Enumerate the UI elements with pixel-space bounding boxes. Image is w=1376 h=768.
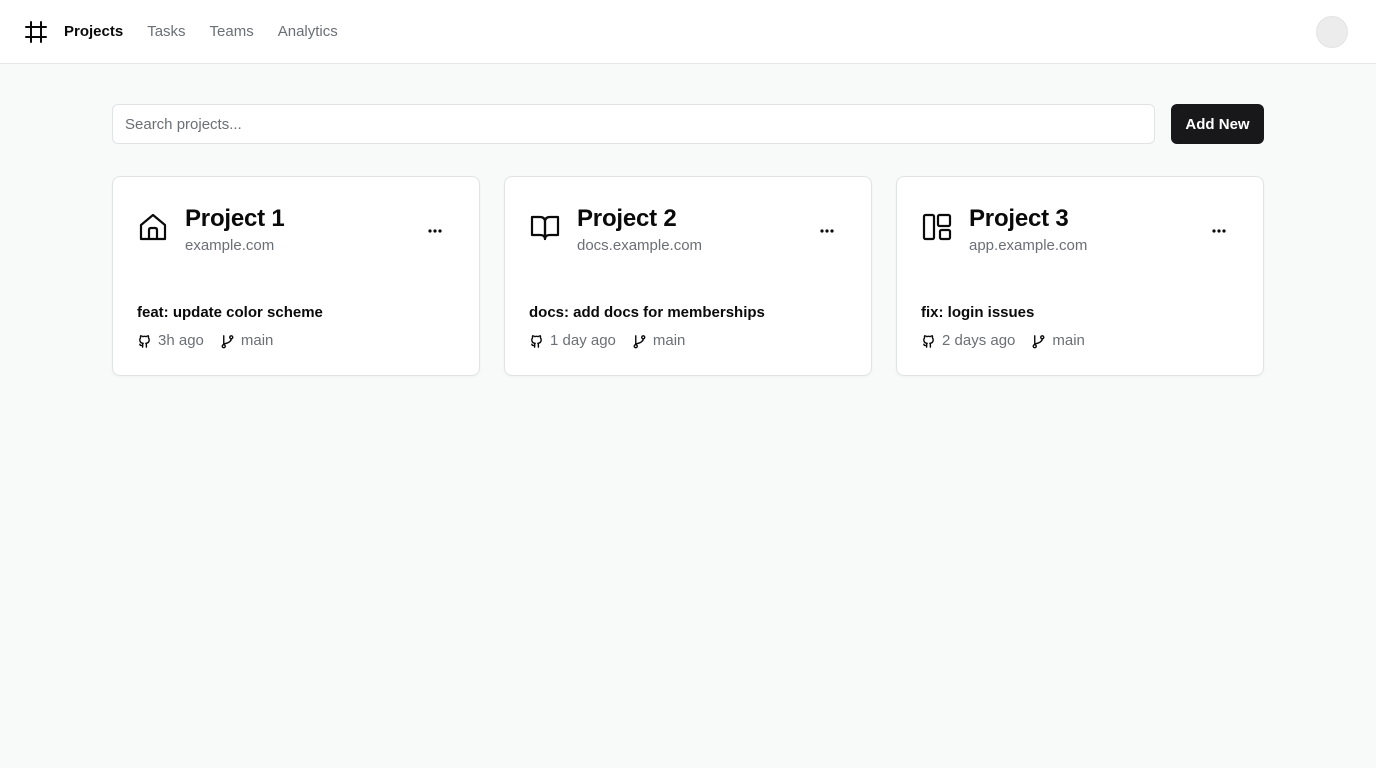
git-branch-icon <box>221 334 234 348</box>
commit-message: feat: update color scheme <box>137 304 323 321</box>
nav-item-analytics[interactable]: Analytics <box>278 22 338 42</box>
ellipsis-icon <box>820 229 834 233</box>
commit-time: 1 day ago <box>529 332 616 350</box>
commit-time: 2 days ago <box>921 332 1015 350</box>
project-card[interactable]: Project 3 app.example.com fix: login iss… <box>896 176 1264 376</box>
github-icon <box>139 334 150 348</box>
github-icon <box>531 334 542 348</box>
commit-meta: 3h ago main <box>137 332 273 350</box>
branch-name: main <box>1052 332 1085 349</box>
home-icon <box>139 213 167 241</box>
project-title[interactable]: Project 3 <box>969 205 1069 233</box>
commit-time: 3h ago <box>137 332 204 350</box>
nav-item-tasks[interactable]: Tasks <box>147 22 185 42</box>
branch-name: main <box>240 332 274 349</box>
search-input[interactable] <box>112 104 1155 144</box>
layout-panels-icon <box>922 213 952 241</box>
more-options-button[interactable] <box>419 217 451 245</box>
git-branch-icon <box>633 334 646 348</box>
nav-item-projects[interactable]: Projects <box>64 22 123 42</box>
project-title[interactable]: Project 2 <box>577 205 677 233</box>
commit-time-text: 1 day ago <box>550 332 616 349</box>
commit-message: docs: add docs for memberships <box>529 304 765 321</box>
project-domain[interactable]: example.com <box>185 237 274 255</box>
search-bar <box>112 104 1155 144</box>
ellipsis-icon <box>1212 229 1226 233</box>
project-card[interactable]: Project 1 example.com feat: update color… <box>112 176 480 376</box>
project-domain[interactable]: app.example.com <box>969 237 1087 255</box>
branch-name: main <box>652 332 686 349</box>
more-options-button[interactable] <box>811 217 843 245</box>
branch-info: main <box>1031 332 1085 350</box>
git-branch-icon <box>1032 334 1045 348</box>
project-title[interactable]: Project 1 <box>185 205 285 233</box>
commit-meta: 1 day ago main <box>529 332 685 350</box>
project-domain[interactable]: docs.example.com <box>577 237 702 255</box>
branch-info: main <box>220 332 274 350</box>
more-options-button[interactable] <box>1203 217 1235 245</box>
main-nav: Projects Tasks Teams Analytics <box>64 0 338 64</box>
commit-meta: 2 days ago main <box>921 332 1085 350</box>
hash-frame-icon[interactable] <box>24 20 48 44</box>
commit-message: fix: login issues <box>921 304 1035 321</box>
top-navbar: Projects Tasks Teams Analytics <box>0 0 1376 64</box>
book-open-icon <box>530 215 560 241</box>
project-card[interactable]: Project 2 docs.example.com docs: add doc… <box>504 176 872 376</box>
ellipsis-icon <box>428 229 442 233</box>
branch-info: main <box>632 332 686 350</box>
commit-time-text: 2 days ago <box>942 332 1016 349</box>
nav-item-teams[interactable]: Teams <box>210 22 254 42</box>
add-new-button[interactable]: Add New <box>1171 104 1264 144</box>
avatar[interactable] <box>1316 16 1348 48</box>
github-icon <box>923 334 934 348</box>
commit-time-text: 3h ago <box>158 332 204 349</box>
